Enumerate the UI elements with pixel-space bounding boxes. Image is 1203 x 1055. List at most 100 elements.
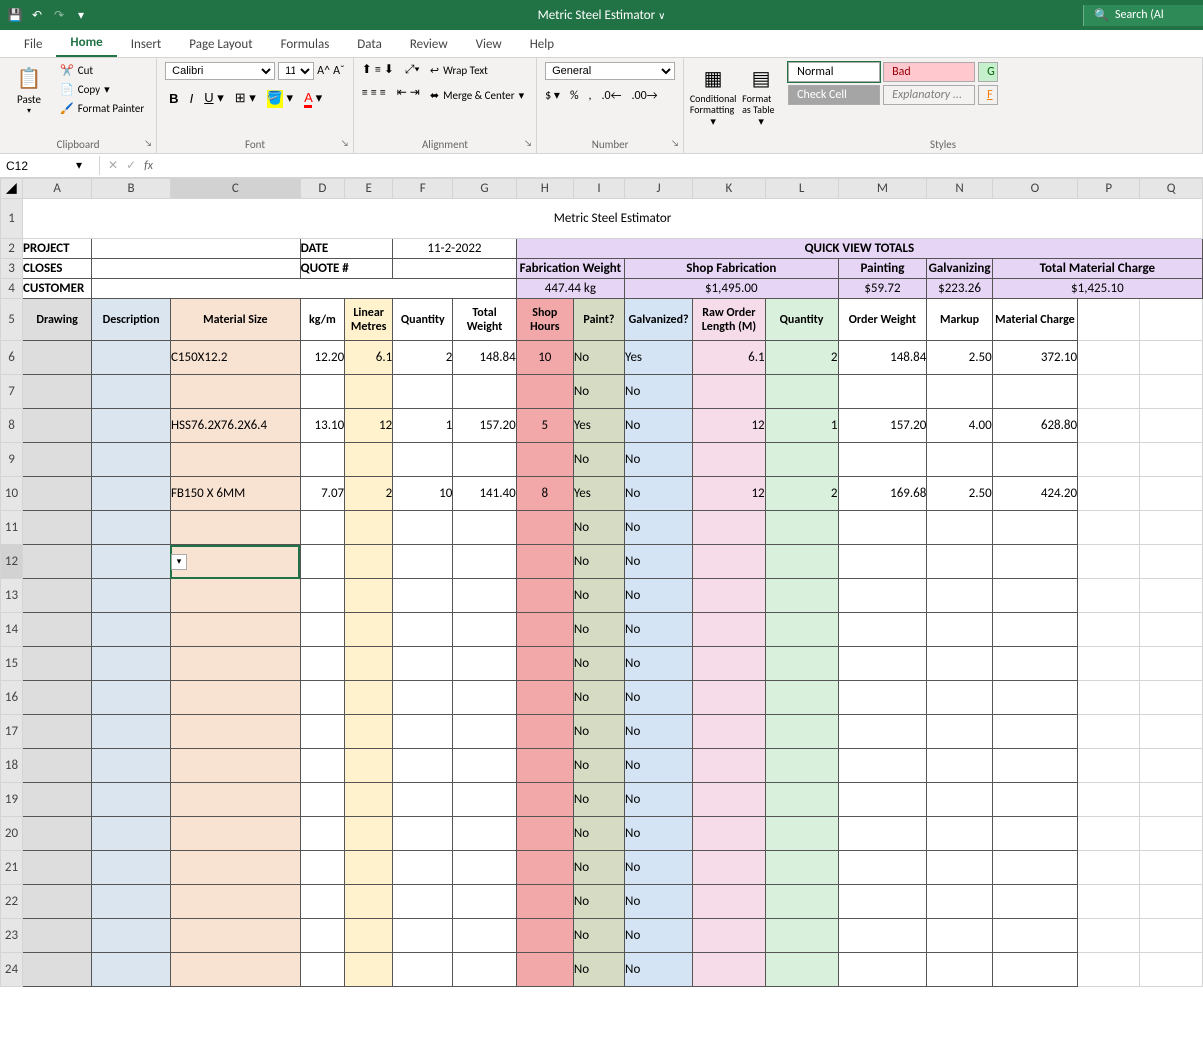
cell-style-explanatory[interactable]: Explanatory ... [883, 85, 975, 105]
tw-20[interactable] [453, 817, 516, 851]
spreadsheet-grid[interactable]: ◢ ABCDEFGHIJKLMNOPQ 1Metric Steel Estima… [0, 178, 1203, 1055]
cell[interactable] [1140, 647, 1203, 681]
paint-17[interactable]: No [573, 715, 624, 749]
raw-24[interactable] [693, 953, 765, 987]
material-24[interactable] [170, 953, 300, 987]
label-totalcharge[interactable]: Total Material Charge [992, 259, 1202, 279]
desc-20[interactable] [92, 817, 171, 851]
material-11[interactable] [170, 511, 300, 545]
label-galv[interactable]: Galvanizing [927, 259, 992, 279]
sh-15[interactable] [516, 647, 573, 681]
qty2-6[interactable]: 2 [765, 341, 838, 375]
lm-18[interactable] [345, 749, 393, 783]
qty-17[interactable] [393, 715, 453, 749]
cell[interactable] [1140, 783, 1203, 817]
qty2-24[interactable] [765, 953, 838, 987]
paint-15[interactable]: No [573, 647, 624, 681]
redo-icon[interactable]: ↷ [52, 8, 66, 22]
material-15[interactable] [170, 647, 300, 681]
galv-12[interactable]: No [625, 545, 693, 579]
kgm-24[interactable] [300, 953, 344, 987]
sh-7[interactable] [516, 375, 573, 409]
sh-24[interactable] [516, 953, 573, 987]
raw-8[interactable]: 12 [693, 409, 765, 443]
drawing-18[interactable] [23, 749, 92, 783]
mk-22[interactable] [927, 885, 992, 919]
col-header-D[interactable]: D [300, 179, 344, 199]
qty-13[interactable] [393, 579, 453, 613]
desc-24[interactable] [92, 953, 171, 987]
kgm-22[interactable] [300, 885, 344, 919]
mk-14[interactable] [927, 613, 992, 647]
mk-18[interactable] [927, 749, 992, 783]
galv-15[interactable]: No [625, 647, 693, 681]
desc-22[interactable] [92, 885, 171, 919]
ow-17[interactable] [838, 715, 927, 749]
col-header-M[interactable]: M [838, 179, 927, 199]
paint-14[interactable]: No [573, 613, 624, 647]
material-19[interactable] [170, 783, 300, 817]
col-header-K[interactable]: K [693, 179, 765, 199]
borders-button[interactable]: ⊞ ▾ [231, 88, 260, 108]
col-header-data-12[interactable]: Order Weight [838, 299, 927, 341]
tab-review[interactable]: Review [396, 32, 462, 57]
tab-pagelayout[interactable]: Page Layout [175, 32, 266, 57]
cell-style-normal[interactable]: Normal [788, 62, 880, 82]
tw-23[interactable] [453, 919, 516, 953]
cell[interactable] [1078, 443, 1140, 477]
ow-12[interactable] [838, 545, 927, 579]
cell[interactable] [1078, 749, 1140, 783]
tw-9[interactable] [453, 443, 516, 477]
cell[interactable] [1078, 715, 1140, 749]
col-header-data-0[interactable]: Drawing [23, 299, 92, 341]
fx-icon[interactable]: fx [144, 159, 153, 173]
paint-21[interactable]: No [573, 851, 624, 885]
val-closes[interactable] [92, 259, 300, 279]
lm-6[interactable]: 6.1 [345, 341, 393, 375]
mc-19[interactable] [992, 783, 1077, 817]
row-header-10[interactable]: 10 [1, 477, 23, 511]
bold-button[interactable]: B [165, 89, 182, 108]
ow-7[interactable] [838, 375, 927, 409]
ow-23[interactable] [838, 919, 927, 953]
paint-24[interactable]: No [573, 953, 624, 987]
drawing-11[interactable] [23, 511, 92, 545]
col-header-data-1[interactable]: Description [92, 299, 171, 341]
row-header-15[interactable]: 15 [1, 647, 23, 681]
sh-20[interactable] [516, 817, 573, 851]
cell[interactable] [1078, 919, 1140, 953]
align-right-icon[interactable]: ≡ [380, 86, 386, 100]
cell[interactable] [1078, 375, 1140, 409]
tw-16[interactable] [453, 681, 516, 715]
ow-22[interactable] [838, 885, 927, 919]
row-header-22[interactable]: 22 [1, 885, 23, 919]
lm-13[interactable] [345, 579, 393, 613]
cell[interactable] [1140, 545, 1203, 579]
kgm-8[interactable]: 13.10 [300, 409, 344, 443]
cell-style-followed[interactable]: F [978, 85, 998, 105]
mk-20[interactable] [927, 817, 992, 851]
tab-home[interactable]: Home [56, 30, 116, 57]
sh-16[interactable] [516, 681, 573, 715]
mk-11[interactable] [927, 511, 992, 545]
col-header-data-14[interactable]: Material Charge [992, 299, 1077, 341]
qty-15[interactable] [393, 647, 453, 681]
row-header-21[interactable]: 21 [1, 851, 23, 885]
material-20[interactable] [170, 817, 300, 851]
col-header-data-6[interactable]: Total Weight [453, 299, 516, 341]
decrease-indent-icon[interactable]: ⇤ [397, 85, 407, 100]
row-header-7[interactable]: 7 [1, 375, 23, 409]
cell[interactable] [1078, 783, 1140, 817]
row-header-14[interactable]: 14 [1, 613, 23, 647]
font-color-button[interactable]: A ▾ [300, 88, 326, 108]
ow-14[interactable] [838, 613, 927, 647]
tw-19[interactable] [453, 783, 516, 817]
drawing-23[interactable] [23, 919, 92, 953]
qty2-21[interactable] [765, 851, 838, 885]
ow-19[interactable] [838, 783, 927, 817]
undo-icon[interactable]: ↶ [30, 8, 44, 22]
row-header-9[interactable]: 9 [1, 443, 23, 477]
cell[interactable] [1140, 375, 1203, 409]
sh-19[interactable] [516, 783, 573, 817]
mc-12[interactable] [992, 545, 1077, 579]
